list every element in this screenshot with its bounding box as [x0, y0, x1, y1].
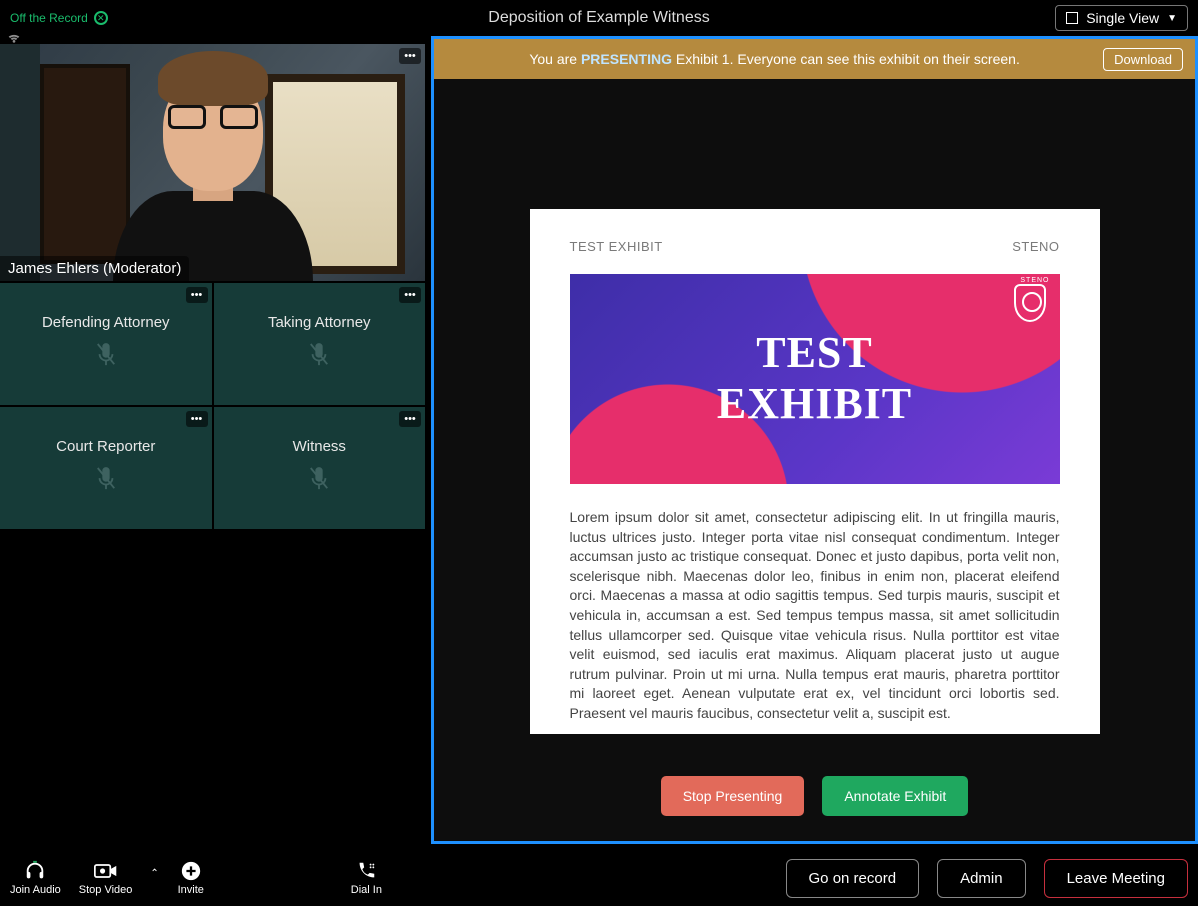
view-mode-select[interactable]: Single View ▼	[1055, 5, 1188, 31]
presenting-message: You are PRESENTING Exhibit 1. Everyone c…	[446, 51, 1103, 67]
dial-in-label: Dial In	[351, 884, 382, 896]
tile-options-button[interactable]: •••	[186, 287, 208, 303]
single-view-icon	[1066, 12, 1078, 24]
bottom-bar: Join Audio Stop Video ⌃ Invite Dial In G…	[0, 850, 1198, 906]
banner-line1: TEST	[756, 328, 873, 377]
participant-role: Court Reporter	[56, 438, 155, 455]
participant-tile[interactable]: ••• Defending Attorney	[0, 283, 212, 405]
doc-header-left: TEST EXHIBIT	[570, 239, 663, 254]
doc-header-right: STENO	[1012, 239, 1059, 254]
document-header: TEST EXHIBIT STENO	[570, 239, 1060, 254]
participant-grid: ••• Defending Attorney ••• Taking Attorn…	[0, 283, 425, 529]
meeting-title: Deposition of Example Witness	[0, 9, 1198, 27]
invite-label: Invite	[178, 884, 204, 896]
top-bar: Off the Record ✕ Deposition of Example W…	[0, 0, 1198, 36]
tile-options-button[interactable]: •••	[399, 48, 421, 64]
participant-role: Witness	[293, 438, 346, 455]
presenting-banner: You are PRESENTING Exhibit 1. Everyone c…	[434, 39, 1195, 79]
document-body-text: Lorem ipsum dolor sit amet, consectetur …	[570, 508, 1060, 724]
download-button[interactable]: Download	[1103, 48, 1183, 71]
mic-muted-icon	[95, 341, 117, 374]
record-status: Off the Record ✕	[10, 11, 108, 25]
participant-role: Defending Attorney	[42, 314, 170, 331]
presenting-prefix: You are	[529, 51, 581, 67]
chevron-down-icon: ▼	[1167, 13, 1177, 24]
record-status-icon: ✕	[94, 11, 108, 25]
connection-row	[0, 36, 425, 44]
exhibit-document: TEST EXHIBIT STENO STENO TEST EXHIBIT Lo…	[530, 209, 1100, 734]
join-audio-label: Join Audio	[10, 884, 61, 896]
presenting-suffix: Exhibit 1. Everyone can see this exhibit…	[672, 51, 1020, 67]
join-audio-button[interactable]: Join Audio	[10, 860, 61, 896]
stop-presenting-button[interactable]: Stop Presenting	[661, 776, 805, 816]
presenting-highlight: PRESENTING	[581, 51, 672, 67]
speaker-name-label: James Ehlers (Moderator)	[0, 256, 189, 281]
view-mode-label: Single View	[1086, 10, 1159, 26]
participant-tile[interactable]: ••• Court Reporter	[0, 407, 212, 529]
document-viewport[interactable]: TEST EXHIBIT STENO STENO TEST EXHIBIT Lo…	[434, 79, 1195, 751]
stop-video-button[interactable]: Stop Video	[79, 860, 133, 896]
leave-meeting-button[interactable]: Leave Meeting	[1044, 859, 1188, 898]
tile-options-button[interactable]: •••	[186, 411, 208, 427]
mic-muted-icon	[95, 465, 117, 498]
record-status-label: Off the Record	[10, 11, 88, 25]
tile-options-button[interactable]: •••	[399, 411, 421, 427]
exhibit-panel: You are PRESENTING Exhibit 1. Everyone c…	[431, 36, 1198, 844]
banner-title: TEST EXHIBIT	[717, 328, 912, 429]
banner-badge-text: STENO	[1020, 277, 1049, 284]
active-speaker-tile[interactable]: ••• James Ehlers (Moderator)	[0, 44, 425, 281]
go-on-record-button[interactable]: Go on record	[786, 859, 920, 898]
invite-button[interactable]: Invite	[177, 860, 205, 896]
tile-options-button[interactable]: •••	[399, 287, 421, 303]
plus-circle-icon	[177, 860, 205, 882]
admin-button[interactable]: Admin	[937, 859, 1026, 898]
participant-tile[interactable]: ••• Witness	[214, 407, 426, 529]
mic-muted-icon	[308, 465, 330, 498]
camera-icon	[92, 860, 120, 882]
banner-line2: EXHIBIT	[717, 379, 912, 428]
video-options-chevron[interactable]: ⌃	[150, 868, 158, 889]
dial-in-button[interactable]: Dial In	[351, 860, 382, 896]
shield-icon	[1014, 284, 1046, 322]
headphones-icon	[21, 860, 49, 882]
speaker-video-placeholder	[0, 44, 425, 281]
document-banner: STENO TEST EXHIBIT	[570, 274, 1060, 484]
video-column: ••• James Ehlers (Moderator) ••• Defendi…	[0, 36, 425, 844]
annotate-exhibit-button[interactable]: Annotate Exhibit	[822, 776, 968, 816]
participant-tile[interactable]: ••• Taking Attorney	[214, 283, 426, 405]
mic-muted-icon	[308, 341, 330, 374]
main-area: ••• James Ehlers (Moderator) ••• Defendi…	[0, 36, 1198, 844]
exhibit-action-bar: Stop Presenting Annotate Exhibit	[434, 751, 1195, 841]
participant-role: Taking Attorney	[268, 314, 371, 331]
stop-video-label: Stop Video	[79, 884, 133, 896]
phone-icon	[352, 860, 380, 882]
